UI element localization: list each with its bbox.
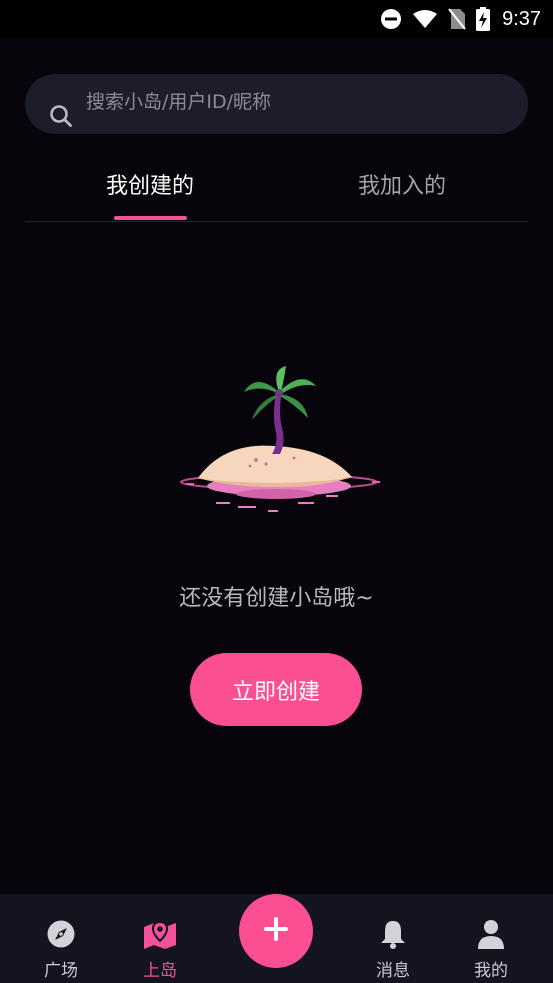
user-icon bbox=[477, 918, 505, 950]
nav-label-plaza: 广场 bbox=[44, 961, 78, 981]
search-input[interactable] bbox=[86, 84, 506, 120]
island-palm-tree-illustration bbox=[176, 362, 386, 518]
search-icon bbox=[49, 104, 73, 132]
tab-bar: 我创建的 我加入的 bbox=[25, 150, 528, 222]
compass-icon bbox=[46, 918, 76, 950]
wifi-icon bbox=[412, 9, 438, 29]
tab-joined[interactable]: 我加入的 bbox=[332, 168, 472, 200]
nav-item-messages[interactable]: 消息 bbox=[353, 894, 433, 983]
bell-icon bbox=[379, 918, 407, 950]
search-bar[interactable] bbox=[25, 74, 528, 134]
tab-created[interactable]: 我创建的 bbox=[80, 168, 220, 200]
plus-icon bbox=[263, 916, 289, 946]
battery-charging-icon bbox=[476, 7, 491, 31]
create-fab-button[interactable] bbox=[239, 894, 313, 968]
nav-item-island[interactable]: 上岛 bbox=[120, 894, 200, 983]
nav-label-messages: 消息 bbox=[376, 961, 410, 981]
create-now-button[interactable]: 立即创建 bbox=[190, 653, 362, 726]
app-screen: 9:37 我创建的 我加入的 bbox=[0, 0, 553, 983]
do-not-disturb-icon bbox=[380, 8, 402, 30]
nav-item-plaza[interactable]: 广场 bbox=[21, 894, 101, 983]
status-time: 9:37 bbox=[502, 7, 541, 30]
nav-label-island: 上岛 bbox=[143, 961, 177, 981]
empty-state-message: 还没有创建小岛哦~ bbox=[179, 586, 374, 611]
map-pin-icon bbox=[143, 918, 177, 950]
status-bar: 9:37 bbox=[0, 0, 553, 38]
active-tab-indicator bbox=[114, 216, 187, 220]
nav-item-mine[interactable]: 我的 bbox=[451, 894, 531, 983]
no-sim-icon bbox=[448, 8, 466, 30]
nav-label-mine: 我的 bbox=[474, 961, 508, 981]
